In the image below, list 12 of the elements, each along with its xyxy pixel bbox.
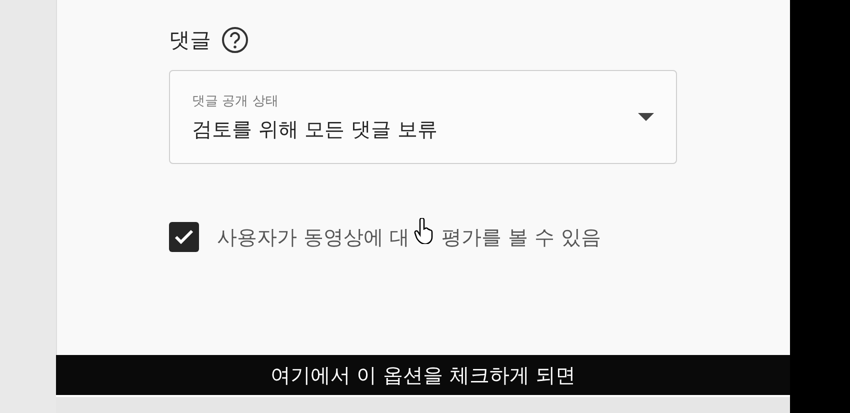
hand-cursor-icon bbox=[414, 218, 434, 244]
dropdown-label: 댓글 공개 상태 bbox=[192, 92, 280, 110]
subtitle-caption: 여기에서 이 옵션을 체크하게 되면 bbox=[270, 362, 576, 388]
checkbox[interactable] bbox=[169, 222, 199, 252]
section-title: 댓글 bbox=[169, 27, 211, 54]
check-icon bbox=[174, 229, 194, 245]
caret-icon bbox=[638, 113, 654, 121]
checkbox-label: 평가를 볼 수 있음 bbox=[442, 224, 601, 250]
checkbox-label: 사용자가 동영상에 대 bbox=[217, 224, 410, 250]
dropdown-value: 검토를 위해 모든 댓글 보류 bbox=[192, 116, 438, 142]
help-icon[interactable] bbox=[221, 26, 249, 54]
comment-visibility-dropdown[interactable]: 댓글 공개 상태 검토를 위해 모든 댓글 보류 bbox=[169, 70, 677, 164]
